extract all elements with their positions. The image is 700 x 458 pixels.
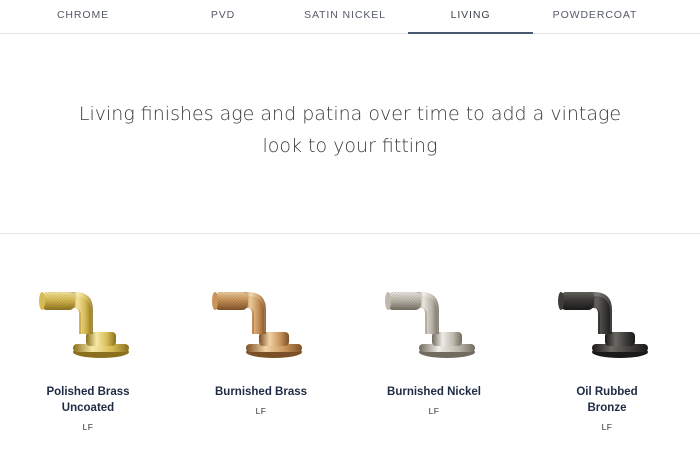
finish-name: Burnished Nickel (387, 386, 481, 398)
tab-living[interactable]: LIVING (408, 0, 533, 34)
intro-line-2: look to your fitting (262, 135, 438, 157)
tab-pvd[interactable]: PVD (180, 0, 266, 34)
faucet-handle-icon (13, 282, 163, 364)
finish-code: LF (82, 422, 94, 432)
finish-name: Burnished Brass (214, 386, 308, 398)
tab-satin-nickel[interactable]: SATIN NICKEL (295, 0, 395, 34)
intro-text: Living finishes age and patina over time… (0, 98, 700, 162)
tab-powdercoat[interactable]: POWDERCOAT (545, 0, 645, 34)
tab-chrome[interactable]: CHROME (40, 0, 126, 34)
finish-swatch-oil-rubbed-bronze[interactable]: Oil Rubbed Bronze LF (532, 282, 682, 432)
intro-line-1: Living finishes age and patina over time… (78, 103, 622, 125)
faucet-handle-icon (532, 282, 682, 364)
finish-name: Polished Brass Uncoated (46, 386, 130, 414)
finish-name: Oil Rubbed Bronze (576, 386, 638, 414)
faucet-handle-icon (186, 282, 336, 364)
finish-swatch-burnished-nickel[interactable]: Burnished Nickel LF (359, 282, 509, 416)
faucet-handle-icon (359, 282, 509, 364)
finish-code: LF (601, 422, 613, 432)
finish-code: LF (428, 406, 440, 416)
finish-swatch-polished-brass-uncoated[interactable]: Polished Brass Uncoated LF (13, 282, 163, 432)
section-divider (0, 233, 700, 234)
finish-code: LF (255, 406, 267, 416)
finish-tabs: CHROME PVD SATIN NICKEL LIVING POWDERCOA… (0, 0, 700, 34)
finish-swatch-burnished-brass[interactable]: Burnished Brass LF (186, 282, 336, 416)
